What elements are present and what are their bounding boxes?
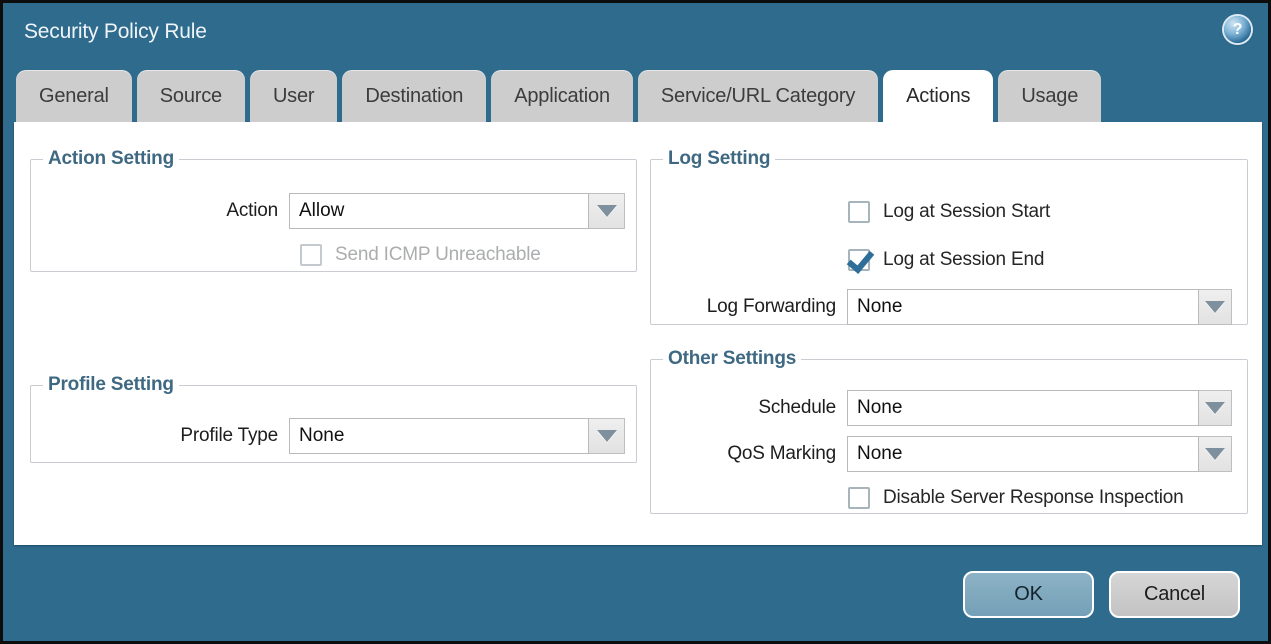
chevron-down-icon	[597, 205, 617, 217]
log-setting-group: Log Setting Log at Session Start Log at …	[650, 148, 1248, 325]
tab-label: Application	[514, 85, 610, 108]
tab-user[interactable]: User	[250, 70, 337, 122]
log-at-session-end-checkbox[interactable]	[848, 249, 870, 271]
tab-general[interactable]: General	[16, 70, 132, 122]
tab-actions[interactable]: Actions	[883, 70, 993, 122]
chevron-down-icon	[1205, 402, 1225, 414]
log-setting-legend: Log Setting	[663, 148, 775, 170]
tab-label: Actions	[906, 85, 970, 108]
schedule-select[interactable]	[847, 390, 1199, 426]
tab-destination[interactable]: Destination	[342, 70, 486, 122]
cancel-button[interactable]: Cancel	[1109, 571, 1240, 618]
tab-label: User	[273, 85, 314, 108]
profile-setting-legend: Profile Setting	[43, 374, 179, 396]
action-select[interactable]	[289, 193, 589, 229]
chevron-down-icon	[597, 430, 617, 442]
tab-application[interactable]: Application	[491, 70, 633, 122]
profile-setting-group: Profile Setting Profile Type	[30, 374, 637, 463]
log-forwarding-dropdown-button[interactable]	[1199, 289, 1232, 325]
qos-marking-dropdown-button[interactable]	[1199, 436, 1232, 472]
schedule-label: Schedule	[651, 397, 847, 419]
tab-bar: General Source User Destination Applicat…	[16, 70, 1101, 122]
help-icon[interactable]: ?	[1224, 16, 1251, 43]
tab-label: Service/URL Category	[661, 85, 855, 108]
action-dropdown-button[interactable]	[589, 193, 625, 229]
chevron-down-icon	[1205, 448, 1225, 460]
tab-source[interactable]: Source	[137, 70, 245, 122]
log-forwarding-label: Log Forwarding	[651, 296, 847, 318]
other-settings-group: Other Settings Schedule QoS Marking Disa…	[650, 348, 1248, 514]
other-settings-legend: Other Settings	[663, 348, 801, 370]
chevron-down-icon	[1205, 301, 1225, 313]
profile-type-select[interactable]	[289, 418, 589, 454]
log-at-session-end-label: Log at Session End	[883, 249, 1044, 271]
disable-server-response-inspection-checkbox[interactable]	[848, 487, 870, 509]
dialog-title: Security Policy Rule	[24, 20, 207, 44]
qos-marking-select[interactable]	[847, 436, 1199, 472]
qos-marking-label: QoS Marking	[651, 443, 847, 465]
ok-button[interactable]: OK	[963, 571, 1094, 618]
schedule-dropdown-button[interactable]	[1199, 390, 1232, 426]
profile-type-label: Profile Type	[31, 425, 289, 447]
log-at-session-start-checkbox[interactable]	[848, 201, 870, 223]
security-policy-rule-dialog: Security Policy Rule ? General Source Us…	[0, 0, 1271, 644]
disable-server-response-inspection-label: Disable Server Response Inspection	[883, 487, 1184, 509]
dialog-titlebar: Security Policy Rule ?	[3, 3, 1268, 67]
tab-label: Destination	[365, 85, 463, 108]
tab-label: Source	[160, 85, 222, 108]
tab-service-url-category[interactable]: Service/URL Category	[638, 70, 878, 122]
tab-usage[interactable]: Usage	[998, 70, 1101, 122]
log-forwarding-select[interactable]	[847, 289, 1199, 325]
action-setting-legend: Action Setting	[43, 148, 179, 170]
profile-type-dropdown-button[interactable]	[589, 418, 625, 454]
send-icmp-unreachable-checkbox[interactable]	[300, 244, 322, 266]
tab-label: Usage	[1021, 85, 1078, 108]
action-setting-group: Action Setting Action Send ICMP Unreacha…	[30, 148, 637, 272]
send-icmp-unreachable-label: Send ICMP Unreachable	[335, 244, 541, 266]
log-at-session-start-label: Log at Session Start	[883, 201, 1050, 223]
actions-tab-panel: Action Setting Action Send ICMP Unreacha…	[14, 122, 1262, 545]
action-label: Action	[31, 200, 289, 222]
tab-label: General	[39, 85, 109, 108]
